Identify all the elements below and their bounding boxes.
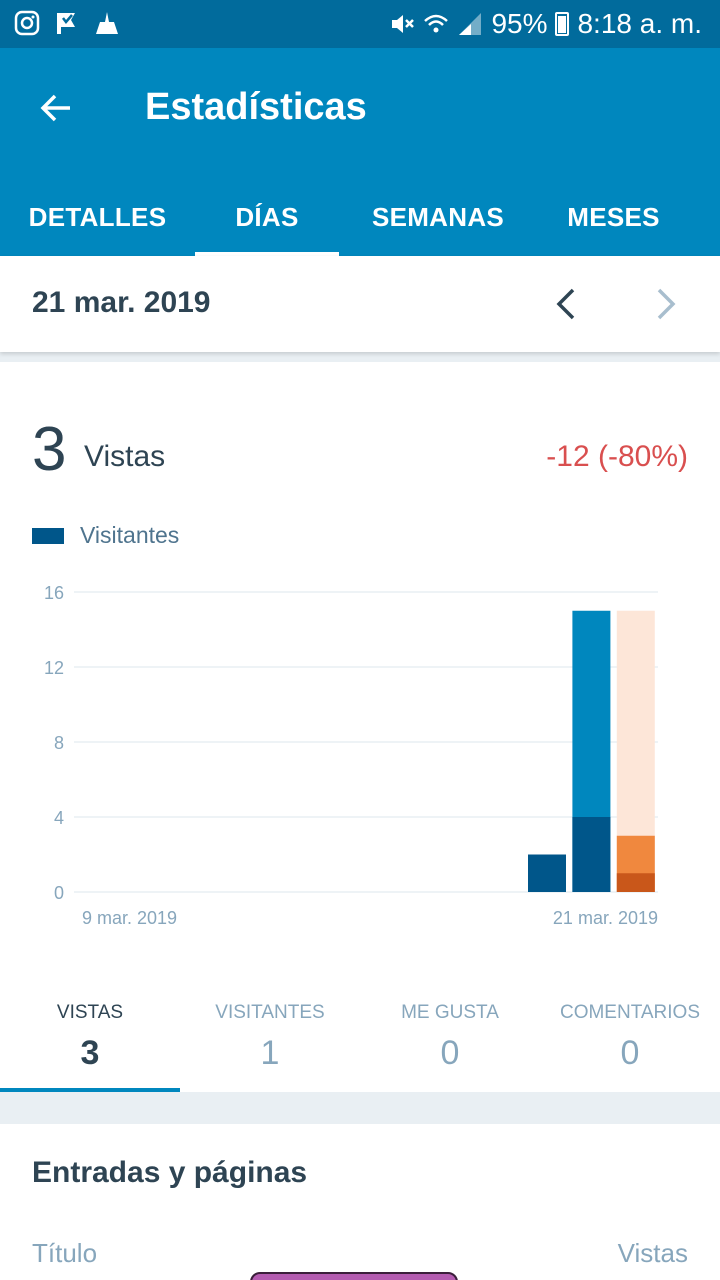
back-button[interactable] [28, 80, 84, 136]
wifi-icon [424, 14, 449, 33]
views-change: -12 (-80%) [546, 440, 688, 473]
x-tick-label: 21 mar. 2019 [553, 908, 658, 928]
battery-percent: 95% [491, 8, 548, 39]
y-tick-label: 16 [44, 583, 64, 603]
chart-legend: Visitantes [32, 522, 179, 549]
bar-visitors [528, 854, 566, 892]
selected-date: 21 mar. 2019 [32, 286, 211, 319]
tab-detalles[interactable]: DETALLES [0, 178, 195, 256]
stat-tab-value: 0 [440, 1034, 460, 1072]
stats-screen: 95% 8:18 a. m. Estadísticas DETALLES DÍA… [0, 0, 720, 1280]
status-bar: 95% 8:18 a. m. [0, 0, 720, 48]
battery-icon [555, 12, 570, 36]
period-tabs: DETALLES DÍAS SEMANAS MESES [0, 178, 720, 256]
tab-meses[interactable]: MESES [537, 178, 690, 256]
legend-swatch [32, 527, 64, 544]
highlight-bar-visitors [616, 873, 655, 892]
signal-icon [459, 13, 482, 35]
stat-tab-value: 1 [260, 1034, 280, 1072]
page-title: Estadísticas [145, 86, 367, 128]
stat-tab-vistas[interactable]: VISTAS 3 [0, 992, 180, 1092]
stat-tab-label: VISITANTES [215, 1002, 325, 1023]
stat-tab-label: ME GUSTA [401, 1002, 499, 1023]
next-date-button[interactable] [642, 280, 690, 328]
back-arrow-icon [40, 94, 70, 122]
views-label: Vistas [84, 440, 166, 473]
mute-icon [392, 15, 415, 33]
stat-tab-value: 3 [80, 1034, 100, 1072]
tab-semanas[interactable]: SEMANAS [339, 178, 537, 256]
views-count: 3 [32, 415, 67, 484]
stat-tab-label: COMENTARIOS [559, 1002, 701, 1023]
chevron-right-icon [657, 288, 676, 320]
column-header-title: Título [32, 1238, 98, 1268]
legend-label: Visitantes [80, 522, 180, 548]
y-tick-label: 12 [44, 658, 64, 678]
stat-tabs: VISTAS 3 VISITANTES 1 ME GUSTA 0 COMENTA… [0, 992, 720, 1092]
y-tick-label: 0 [54, 883, 64, 903]
flag-check-icon [57, 13, 75, 34]
stat-tab-visitantes[interactable]: VISITANTES 1 [180, 992, 360, 1092]
tab-dias[interactable]: DÍAS [195, 178, 339, 256]
stat-tab-value: 0 [620, 1034, 640, 1072]
posts-pages-card: Entradas y páginas Título Vistas [0, 1124, 720, 1280]
section-title: Entradas y páginas [32, 1156, 308, 1189]
stat-tab-me-gusta[interactable]: ME GUSTA 0 [360, 992, 540, 1092]
bar-visitors [572, 817, 611, 892]
views-card: 3 Vistas -12 (-80%) Visitantes 0 4 8 12 16 9 … [0, 362, 720, 1092]
broom-icon [96, 12, 118, 34]
app-bar: Estadísticas DETALLES DÍAS SEMANAS MESES [0, 48, 720, 256]
stat-tab-label: VISTAS [56, 1002, 124, 1023]
previous-date-button[interactable] [542, 280, 590, 328]
column-header-views: Vistas [617, 1238, 688, 1268]
status-time: 8:18 a. m. [577, 8, 702, 39]
views-chart: 0 4 8 12 16 9 mar. 2019 21 mar. 2019 [44, 583, 658, 928]
floating-pill [250, 1272, 458, 1280]
date-navigator: 21 mar. 2019 [0, 256, 720, 352]
y-tick-label: 8 [54, 733, 64, 753]
chevron-left-icon [556, 288, 575, 320]
y-tick-label: 4 [54, 808, 64, 828]
instagram-icon [14, 10, 40, 36]
stat-tab-comentarios[interactable]: COMENTARIOS 0 [540, 992, 720, 1092]
x-tick-label: 9 mar. 2019 [82, 908, 177, 928]
